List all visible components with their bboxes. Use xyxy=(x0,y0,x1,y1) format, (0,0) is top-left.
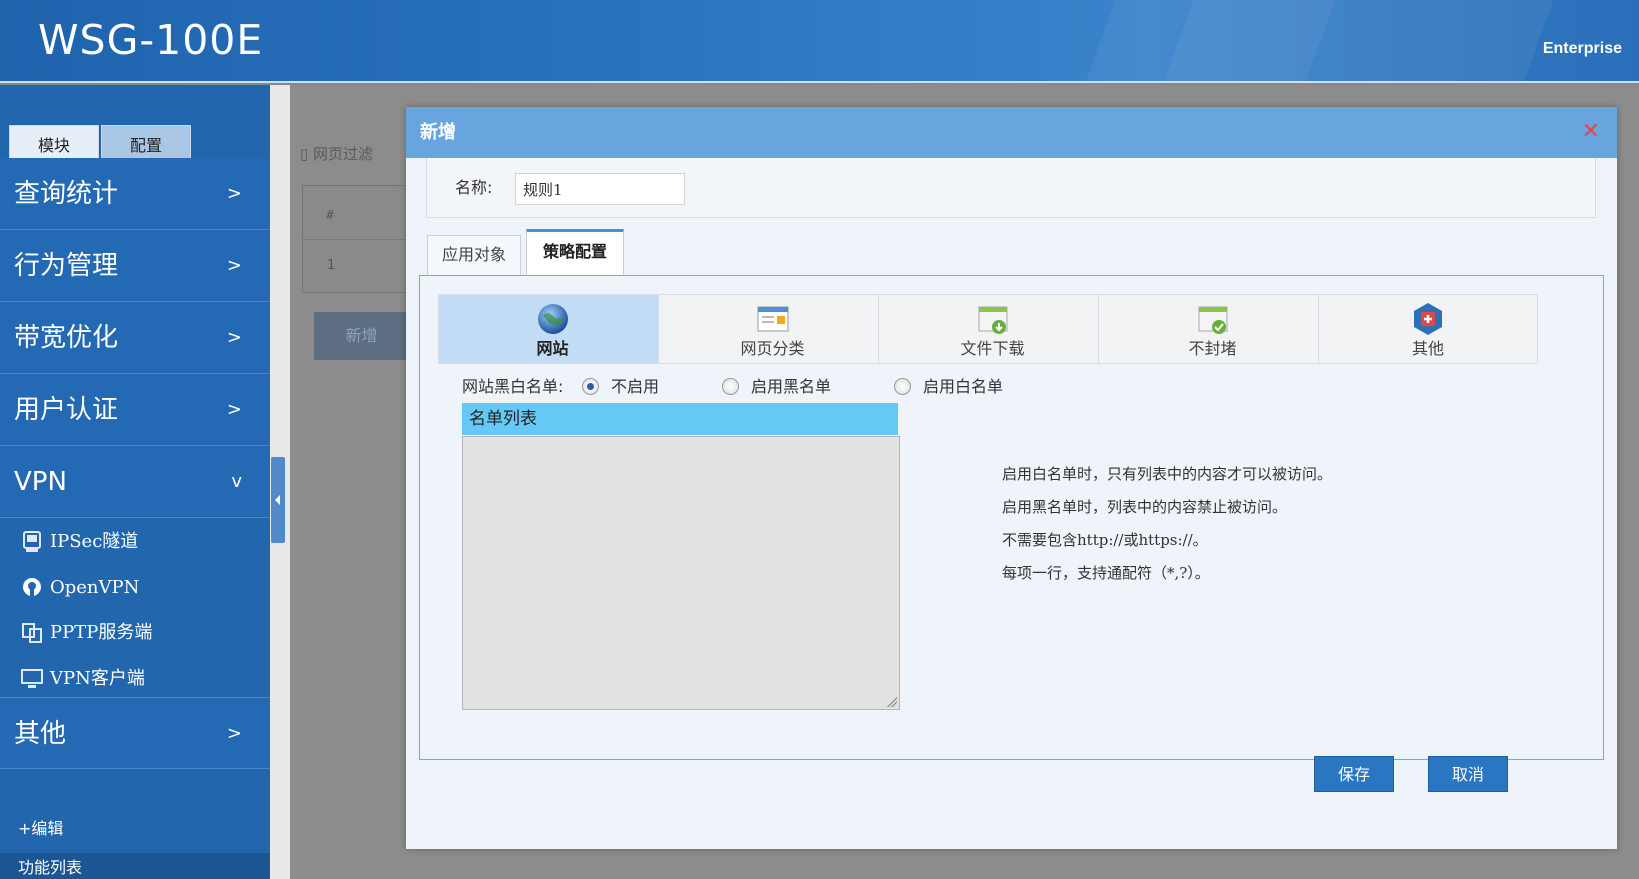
sidebar-item-query-stats[interactable]: 查询统计 > xyxy=(0,158,270,230)
help-line: 每项一行，支持通配符（*,?）。 xyxy=(1002,564,1210,582)
help-line: 启用黑名单时，列表中的内容禁止被访问。 xyxy=(1002,498,1288,516)
table-row: 1 xyxy=(327,258,336,273)
close-icon[interactable]: ✕ xyxy=(1582,119,1600,145)
subtab-label: 网站 xyxy=(536,339,569,358)
sidebar-subitem-openvpn[interactable]: OpenVPN xyxy=(0,565,270,611)
policy-config-panel: 网站 网页分类 文件下载 不封堵 其他 网站黑白名单: 不启用 启用黑名单 启用… xyxy=(419,275,1604,760)
list-header: 名单列表 xyxy=(462,403,898,435)
sidebar-item-vpn[interactable]: VPN v xyxy=(0,446,270,518)
sidebar-subitem-ipsec[interactable]: IPSec隧道 xyxy=(0,519,270,565)
radio-whitelist-label: 启用白名单 xyxy=(923,377,1004,396)
name-label: 名称: xyxy=(455,178,493,197)
subtab-label: 文件下载 xyxy=(960,339,1025,358)
edit-link[interactable]: +编辑 xyxy=(18,815,63,839)
sidebar-item-behavior-mgmt[interactable]: 行为管理 > xyxy=(0,230,270,302)
chevron-right-icon: > xyxy=(226,327,242,348)
tab-policy-config[interactable]: 策略配置 xyxy=(526,229,624,276)
add-rule-dialog: 新增 ✕ 名称: 应用对象 策略配置 网站 xyxy=(406,107,1617,849)
dialog-title: 新增 xyxy=(420,122,456,143)
radio-blacklist[interactable] xyxy=(722,378,739,395)
no-block-icon xyxy=(1198,306,1227,334)
sidebar-item-label: 其他 xyxy=(14,719,67,749)
table-header-cell: # xyxy=(303,186,411,240)
save-button[interactable]: 保存 xyxy=(1314,756,1394,792)
radio-blacklist-label: 启用黑名单 xyxy=(751,377,832,396)
sidebar-item-label: VPN xyxy=(14,467,67,497)
name-row: 名称: xyxy=(426,158,1596,218)
help-text: 启用白名单时，只有列表中的内容才可以被访问。 启用黑名单时，列表中的内容禁止被访… xyxy=(1002,458,1332,590)
sidebar-item-user-auth[interactable]: 用户认证 > xyxy=(0,374,270,446)
other-icon xyxy=(1414,303,1442,335)
subtab-file-download[interactable]: 文件下载 xyxy=(878,294,1107,364)
sidebar-subitem-vpn-client[interactable]: VPN客户端 xyxy=(0,656,270,702)
globe-icon xyxy=(537,304,568,334)
openvpn-icon xyxy=(23,578,41,597)
sidebar-item-bandwidth[interactable]: 带宽优化 > xyxy=(0,302,270,374)
subtab-web-category[interactable]: 网页分类 xyxy=(658,294,887,364)
radio-disabled[interactable] xyxy=(582,378,599,395)
breadcrumb-label: 网页过滤 xyxy=(313,145,374,163)
chevron-down-icon: v xyxy=(231,471,242,492)
help-line: 启用白名单时，只有列表中的内容才可以被访问。 xyxy=(1002,465,1333,483)
collapse-sidebar-handle[interactable] xyxy=(271,457,285,543)
name-input[interactable] xyxy=(515,173,685,205)
subtab-label: 其他 xyxy=(1411,339,1444,358)
sidebar-subitem-label: OpenVPN xyxy=(50,577,140,598)
chevron-right-icon: > xyxy=(226,399,242,420)
app-header: WSG-100E Enterprise xyxy=(0,0,1639,83)
help-line: 不需要包含http://或https://。 xyxy=(1002,531,1208,549)
dialog-titlebar: 新增 ✕ xyxy=(406,107,1617,158)
subtab-no-block[interactable]: 不封堵 xyxy=(1098,294,1327,364)
resize-grip-icon[interactable] xyxy=(887,697,897,707)
sidebar-item-label: 查询统计 xyxy=(14,179,119,209)
rule-table: # 1 xyxy=(302,185,412,293)
sidebar-subitem-label: PPTP服务端 xyxy=(50,622,153,643)
sidebar-item-other[interactable]: 其他 > xyxy=(0,697,270,769)
subtab-label: 不封堵 xyxy=(1188,339,1237,358)
sidebar-subitem-pptp[interactable]: PPTP服务端 xyxy=(0,610,270,656)
chevron-right-icon: > xyxy=(226,723,242,744)
vpn-client-icon xyxy=(21,669,43,688)
cancel-button[interactable]: 取消 xyxy=(1428,756,1508,792)
subtab-label: 网页分类 xyxy=(740,339,805,358)
pptp-server-icon xyxy=(22,623,42,643)
sidebar-subitem-label: IPSec隧道 xyxy=(50,531,139,552)
tab-apply-target[interactable]: 应用对象 xyxy=(427,235,521,275)
subtab-website[interactable]: 网站 xyxy=(438,294,667,364)
radio-whitelist[interactable] xyxy=(894,378,911,395)
policy-subtabs: 网站 网页分类 文件下载 不封堵 其他 xyxy=(438,294,1586,364)
subtab-other[interactable]: 其他 xyxy=(1318,294,1538,364)
bw-list-label: 网站黑白名单: xyxy=(462,377,564,396)
breadcrumb: ▯ 网页过滤 xyxy=(300,143,373,164)
list-textarea[interactable] xyxy=(462,436,900,710)
sidebar-item-label: 用户认证 xyxy=(14,395,119,425)
file-download-icon xyxy=(978,306,1007,334)
add-button: 新增 xyxy=(314,312,409,360)
ipsec-tunnel-icon xyxy=(23,531,41,552)
sidebar-subitem-label: VPN客户端 xyxy=(50,668,145,689)
chevron-right-icon: > xyxy=(226,255,242,276)
chevron-right-icon: > xyxy=(226,183,242,204)
document-icon: ▯ xyxy=(300,145,314,163)
radio-disabled-label: 不启用 xyxy=(611,377,660,396)
sidebar-item-label: 行为管理 xyxy=(14,251,119,281)
sidebar: 模块 配置 查询统计 > 行为管理 > 带宽优化 > 用户认证 > VPN v … xyxy=(0,85,270,879)
function-list-header[interactable]: 功能列表 xyxy=(0,853,270,879)
sidebar-splitter xyxy=(270,85,290,879)
edition-label: Enterprise xyxy=(1542,40,1622,57)
sidebar-item-label: 带宽优化 xyxy=(14,323,119,353)
web-category-icon xyxy=(757,306,788,332)
brand-logo: WSG-100E xyxy=(38,16,264,64)
